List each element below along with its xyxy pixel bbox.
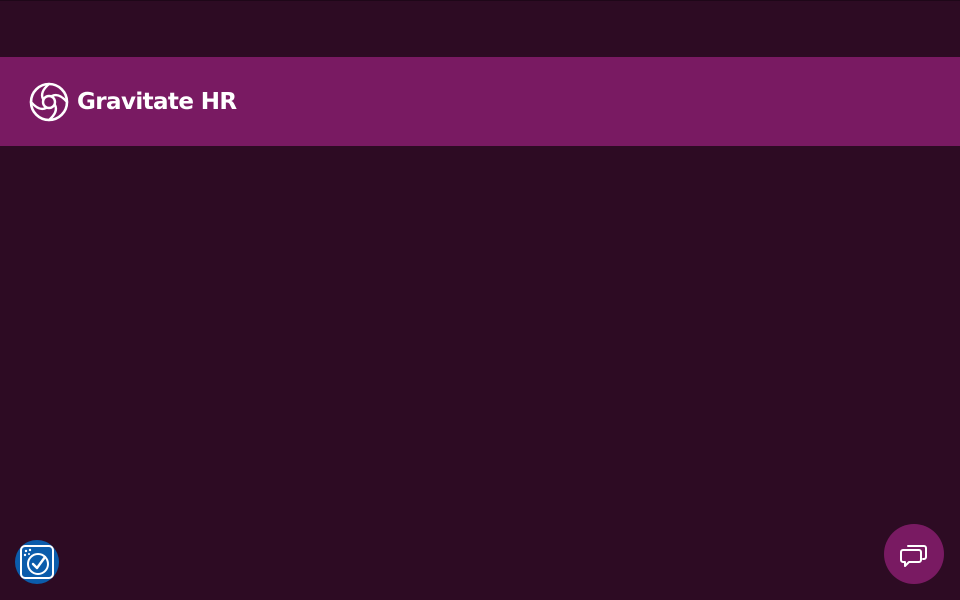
page: Gravitate HR xyxy=(0,0,960,600)
accessibility-check-icon xyxy=(20,545,54,579)
brand-header: Gravitate HR xyxy=(0,57,960,146)
home-logo-link[interactable]: Gravitate HR xyxy=(29,81,237,123)
gravitate-orbit-logo-icon xyxy=(29,82,69,122)
brand-name: Gravitate HR xyxy=(77,89,237,115)
top-strip xyxy=(0,0,960,58)
chat-widget-button[interactable] xyxy=(884,524,944,584)
main-content xyxy=(0,146,960,600)
chat-bubbles-icon xyxy=(900,545,927,567)
accessibility-widget-button[interactable] xyxy=(15,540,59,584)
